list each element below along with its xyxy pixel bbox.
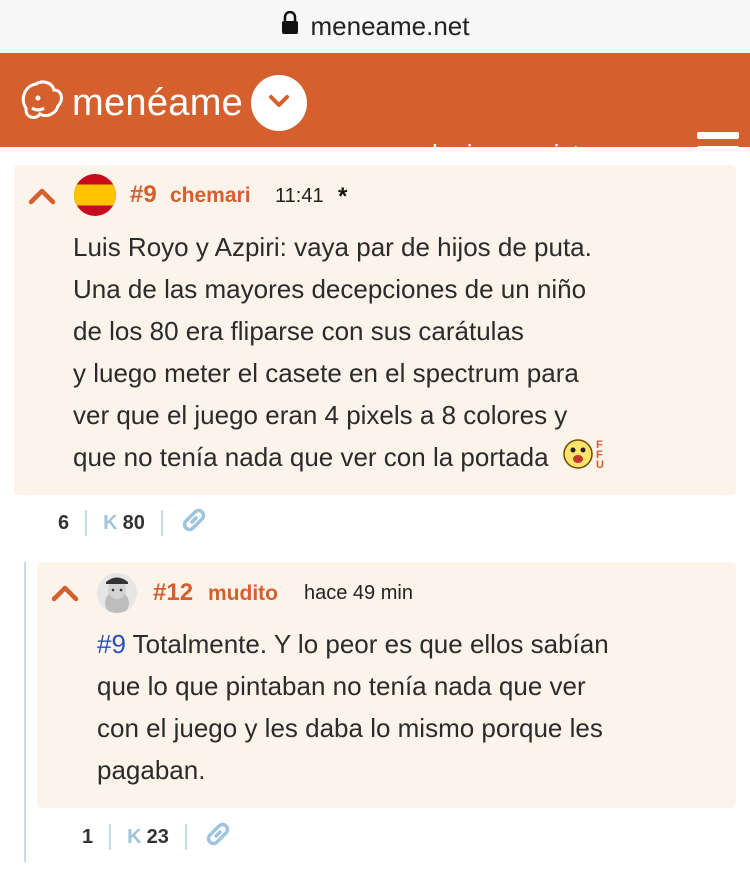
lock-icon <box>281 10 299 42</box>
karma-label: K <box>103 511 118 534</box>
karma-value: 80 <box>122 511 145 534</box>
site-header: menéame login registrarse <box>0 53 750 169</box>
karma-value: 23 <box>146 825 169 848</box>
comment-username[interactable]: mudito <box>208 582 278 606</box>
user-avatar[interactable] <box>97 573 137 613</box>
comment-body: #9 Totalmente. Y lo peor es que ellos sa… <box>97 629 609 785</box>
hamburger-menu-icon[interactable] <box>697 132 739 168</box>
url-text: meneame.net <box>310 11 470 41</box>
comment-footer: 1 K 23 <box>82 822 233 852</box>
comment-time: 11:41 <box>275 185 324 207</box>
thread-indent-line <box>24 562 26 862</box>
meneame-logo-icon <box>18 78 66 129</box>
vote-count: 6 <box>58 511 70 534</box>
upvote-arrow-icon[interactable] <box>28 187 56 210</box>
edited-marker: * <box>338 183 348 210</box>
divider <box>160 510 163 536</box>
link-icon[interactable] <box>203 819 233 855</box>
chevron-down-icon <box>267 93 291 114</box>
ffu-emoticon-icon: F F U <box>562 436 604 482</box>
upvote-arrow-icon[interactable] <box>51 584 79 607</box>
comment-body: Luis Royo y Azpiri: vaya par de hijos de… <box>73 226 604 482</box>
svg-text:U: U <box>596 459 604 470</box>
link-icon[interactable] <box>179 505 209 541</box>
divider <box>109 824 112 850</box>
comment-number[interactable]: #12 <box>153 579 193 607</box>
logo-dropdown-button[interactable] <box>251 75 308 131</box>
site-logo[interactable]: menéame <box>18 75 308 131</box>
comment-reply: #12 mudito hace 49 min #9 Totalmente. Y … <box>37 562 736 808</box>
comment-reference-link[interactable]: #9 <box>97 629 126 659</box>
comment-footer: 6 K 80 <box>58 508 209 538</box>
divider <box>85 510 88 536</box>
divider <box>184 824 187 850</box>
comment-username[interactable]: chemari <box>170 184 251 208</box>
comment-number[interactable]: #9 <box>130 181 157 209</box>
vote-count: 1 <box>82 825 94 848</box>
comment: #9 chemari 11:41 * Luis Royo y Azpiri: v… <box>14 165 736 495</box>
karma-label: K <box>127 825 142 848</box>
logo-text: menéame <box>72 81 244 124</box>
url-bar[interactable]: meneame.net <box>0 0 750 53</box>
comment-time: hace 49 min <box>304 582 413 604</box>
spain-flag-avatar[interactable] <box>74 174 116 216</box>
